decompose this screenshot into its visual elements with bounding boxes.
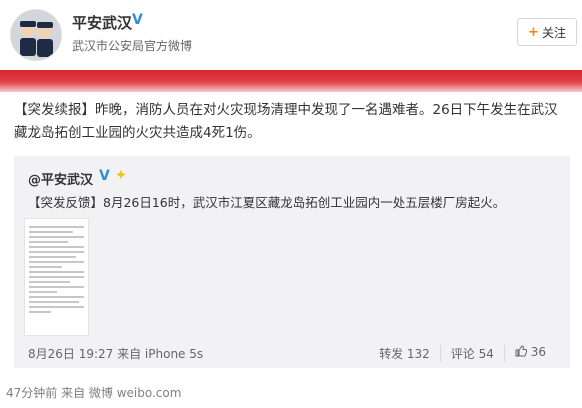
repost-user[interactable]: @平安武汉 [28,169,93,188]
post-text: 【突发续报】昨晚，消防人员在对火灾现场清理中发现了一名遇难者。26日下午发生在武… [14,99,570,145]
post-banner-image [0,70,582,92]
avatar[interactable] [10,9,62,61]
user-description: 武汉市公安局官方微博 [72,39,193,53]
post-tag[interactable]: 【突发续报】 [14,102,95,118]
verified-icon: V [132,12,143,28]
repost-thumbnail[interactable] [24,218,89,336]
verified-icon: V [99,168,110,184]
repost-badges: V ✦ [99,166,127,184]
like-button[interactable]: 36 [503,345,556,362]
forward-button[interactable]: 转发 132 [369,345,440,362]
repost-meta[interactable]: 8月26日 19:27 来自 iPhone 5s [28,345,203,362]
repost-card[interactable]: @平安武汉 V ✦ 【突发反馈】8月26日16时，武汉市江夏区藏龙岛拓创工业园内… [14,156,570,368]
follow-button[interactable]: + 关注 [517,18,577,46]
medal-icon: ✦ [114,166,128,184]
plus-icon: + [528,24,539,40]
like-count: 36 [530,345,546,359]
post-header: 平安武汉 V 武汉市公安局官方微博 + 关注 [0,0,582,70]
repost-text: 【突发反馈】8月26日16时，武汉市江夏区藏龙岛拓创工业园内一处五层楼厂房起火。 [28,195,506,210]
post-meta[interactable]: 47分钟前 来自 微博 weibo.com [6,384,181,401]
user-name[interactable]: 平安武汉 [72,12,132,33]
police-avatar-icon [11,10,61,60]
repost-actions: 转发 132 评论 54 36 [369,345,556,362]
comment-button[interactable]: 评论 54 [439,345,504,362]
post-body: 昨晚，消防人员在对火灾现场清理中发现了一名遇难者。26日下午发生在武汉藏龙岛拓创… [14,102,558,141]
thumbs-up-icon [515,345,531,359]
follow-label: 关注 [541,25,566,40]
